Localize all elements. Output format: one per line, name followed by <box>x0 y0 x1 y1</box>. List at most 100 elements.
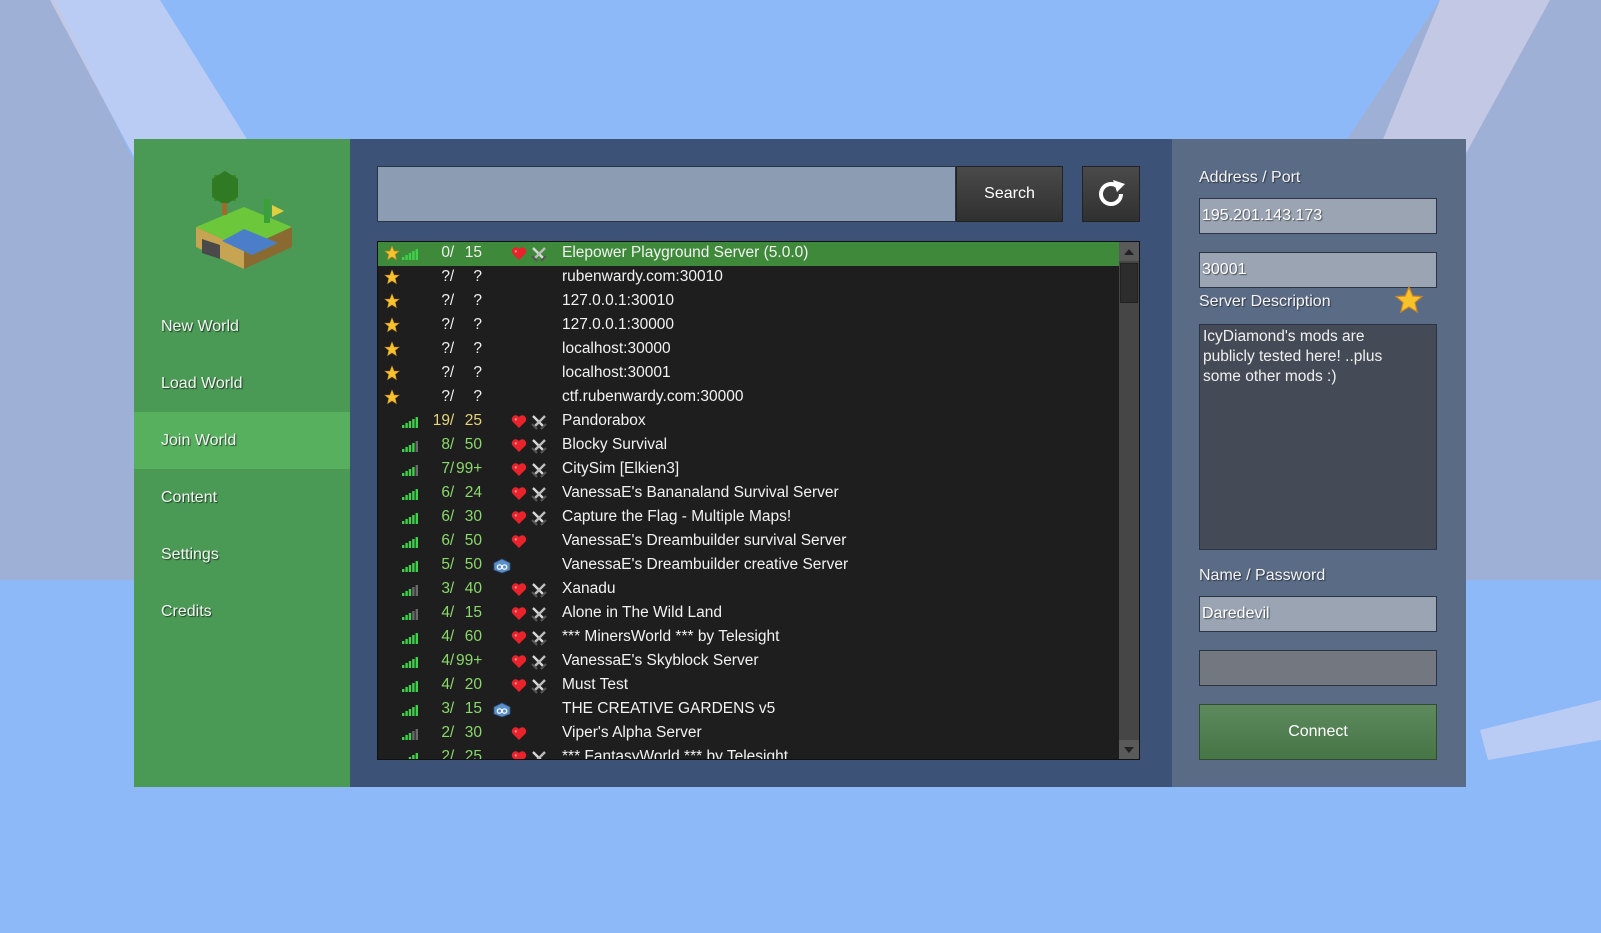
server-row[interactable]: 19/ 25 Pandorabox <box>378 410 1121 434</box>
client-count: 4 <box>441 604 450 621</box>
count-separator: / <box>449 556 455 573</box>
pvp-swords-icon <box>531 439 547 454</box>
client-count: 4 <box>441 652 450 669</box>
server-row[interactable]: ? /? localhost:30001 <box>378 362 1121 386</box>
pvp-swords-icon <box>531 583 547 598</box>
server-row[interactable]: 3/ 15 THE CREATIVE GARDENS v5 <box>378 698 1121 722</box>
ping-icon <box>402 681 418 692</box>
server-list-scrollbar[interactable] <box>1119 242 1139 759</box>
scroll-up-button[interactable] <box>1119 242 1139 261</box>
count-separator: / <box>449 364 455 381</box>
server-row[interactable]: 4/ 15 Alone in The Wild Land <box>378 602 1121 626</box>
server-row[interactable]: 6/ 50 VanessaE's Dreambuilder survival Ser… <box>378 530 1121 554</box>
address-field[interactable] <box>1199 198 1437 234</box>
client-count: 3 <box>441 700 450 717</box>
ping-icon <box>408 753 418 759</box>
connect-button[interactable]: Connect <box>1199 704 1437 760</box>
count-separator: / <box>449 532 455 549</box>
count-separator: / <box>449 700 455 717</box>
pvp-swords-icon <box>531 631 547 646</box>
damage-heart-icon <box>511 415 527 428</box>
server-list[interactable]: 0/15 Elepower Playground Server (5.0.0)? /… <box>377 241 1140 760</box>
damage-heart-icon <box>511 487 527 500</box>
sidebar-item-credits[interactable]: Credits <box>134 583 350 640</box>
server-row[interactable]: 8/ 50 Blocky Survival <box>378 434 1121 458</box>
server-row[interactable]: ? /? rubenwardy.com:30010 <box>378 266 1121 290</box>
sidebar-item-content[interactable]: Content <box>134 469 350 526</box>
client-count: ? <box>441 268 450 285</box>
server-row[interactable]: 2/ 25 *** FantasyWorld *** by Telesight <box>378 746 1121 760</box>
max-clients: 40 <box>464 580 482 597</box>
sidebar-item-load-world[interactable]: Load World <box>134 355 350 412</box>
server-row[interactable]: ? /? ctf.rubenwardy.com:30000 <box>378 386 1121 410</box>
sidebar-item-settings[interactable]: Settings <box>134 526 350 583</box>
count-separator: / <box>449 412 455 429</box>
pvp-swords-icon <box>531 487 547 502</box>
favorite-star-icon[interactable] <box>1394 285 1424 315</box>
max-clients: 50 <box>464 556 482 573</box>
server-row[interactable]: 7/99+ CitySim [Elkien3] <box>378 458 1121 482</box>
max-clients: ? <box>473 316 482 333</box>
favorite-star-icon <box>384 293 400 309</box>
damage-heart-icon <box>511 727 527 740</box>
damage-heart-icon <box>511 463 527 476</box>
max-clients: 24 <box>464 484 482 501</box>
scroll-down-button[interactable] <box>1119 740 1139 759</box>
sidebar-item-new-world[interactable]: New World <box>134 298 350 355</box>
client-count: 6 <box>441 532 450 549</box>
server-row[interactable]: 4/ 20 Must Test <box>378 674 1121 698</box>
max-clients: ? <box>473 340 482 357</box>
client-count: 8 <box>441 436 450 453</box>
refresh-icon <box>1099 180 1125 206</box>
name-field[interactable] <box>1199 596 1437 632</box>
max-clients: 30 <box>464 724 482 741</box>
creative-icon <box>493 558 511 574</box>
server-name: VanessaE's Dreambuilder survival Server <box>562 532 847 549</box>
count-separator: / <box>449 388 455 405</box>
client-count: 19 <box>432 412 450 429</box>
server-row[interactable]: 4/ 60 *** MinersWorld *** by Telesight <box>378 626 1121 650</box>
server-row[interactable]: 6/ 30 Capture the Flag - Multiple Maps! <box>378 506 1121 530</box>
pvp-swords-icon <box>531 247 547 262</box>
client-count: 7 <box>441 460 450 477</box>
server-name: THE CREATIVE GARDENS v5 <box>562 700 776 717</box>
ping-icon <box>402 609 418 620</box>
damage-heart-icon <box>511 751 527 759</box>
ping-icon <box>402 585 418 596</box>
server-row[interactable]: 2/ 30 Viper's Alpha Server <box>378 722 1121 746</box>
damage-heart-icon <box>511 439 527 452</box>
server-row[interactable]: ? /? 127.0.0.1:30010 <box>378 290 1121 314</box>
client-count: ? <box>441 364 450 381</box>
server-description-label: Server Description <box>1199 293 1331 310</box>
server-row[interactable]: 3/ 40 Xanadu <box>378 578 1121 602</box>
max-clients: 15 <box>464 604 482 621</box>
server-name: VanessaE's Skyblock Server <box>562 652 759 669</box>
refresh-button[interactable] <box>1082 166 1140 222</box>
server-row[interactable]: ? /? localhost:30000 <box>378 338 1121 362</box>
server-name: localhost:30001 <box>562 364 671 381</box>
server-name: *** FantasyWorld *** by Telesight <box>562 748 789 760</box>
sidebar: New World Load World Join World Content … <box>134 139 350 787</box>
server-row[interactable]: 0/ 15 Elepower Playground Server (5.0.0) <box>378 242 1121 266</box>
server-row[interactable]: 4/99+ VanessaE's Skyblock Server <box>378 650 1121 674</box>
search-button[interactable]: Search <box>956 166 1063 222</box>
port-field[interactable] <box>1199 252 1437 288</box>
client-count: 0 <box>441 244 450 261</box>
client-count: ? <box>441 340 450 357</box>
count-separator: / <box>449 724 455 741</box>
creative-icon <box>493 702 511 718</box>
server-row[interactable]: 6/ 24 VanessaE's Bananaland Survival Serve… <box>378 482 1121 506</box>
server-row[interactable]: ? /? 127.0.0.1:30000 <box>378 314 1121 338</box>
scroll-thumb[interactable] <box>1120 263 1138 303</box>
max-clients: 50 <box>464 436 482 453</box>
password-field[interactable] <box>1199 650 1437 686</box>
server-name: CitySim [Elkien3] <box>562 460 680 477</box>
server-name: Pandorabox <box>562 412 646 429</box>
count-separator: / <box>449 340 455 357</box>
ping-icon <box>402 561 418 572</box>
search-input[interactable] <box>377 166 956 222</box>
pvp-swords-icon <box>531 415 547 430</box>
server-row[interactable]: 5/ 50 VanessaE's Dreambuilder creative Ser… <box>378 554 1121 578</box>
favorite-star-icon <box>384 317 400 333</box>
sidebar-item-join-world[interactable]: Join World <box>134 412 350 469</box>
